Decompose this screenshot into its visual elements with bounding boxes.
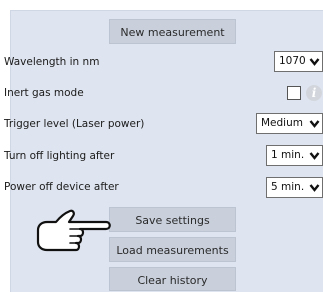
inert-gas-label: Inert gas mode <box>4 87 84 99</box>
load-measurements-button[interactable]: Load measurements <box>109 237 236 262</box>
new-measurement-button[interactable]: New measurement <box>109 19 236 44</box>
lighting-off-value: 1 min. <box>271 149 305 161</box>
trigger-level-label: Trigger level (Laser power) <box>4 118 145 130</box>
info-icon[interactable]: i <box>306 85 322 101</box>
lighting-off-select[interactable]: 1 min. <box>266 145 323 166</box>
wavelength-value: 1070 <box>279 55 306 67</box>
power-off-value: 5 min. <box>271 181 305 193</box>
trigger-level-value: Medium <box>261 117 303 129</box>
chevron-down-icon <box>309 184 320 192</box>
clear-history-button[interactable]: Clear history <box>109 267 236 291</box>
wavelength-select[interactable]: 1070 <box>274 51 323 72</box>
chevron-down-icon <box>309 120 320 128</box>
lighting-off-label: Turn off lighting after <box>4 150 115 162</box>
inert-gas-checkbox[interactable] <box>287 86 301 100</box>
save-settings-button[interactable]: Save settings <box>109 207 236 232</box>
power-off-select[interactable]: 5 min. <box>266 177 323 198</box>
wavelength-label: Wavelength in nm <box>4 56 100 68</box>
trigger-level-select[interactable]: Medium <box>256 113 323 134</box>
chevron-down-icon <box>309 58 320 66</box>
power-off-label: Power off device after <box>4 181 119 193</box>
chevron-down-icon <box>309 152 320 160</box>
pointing-hand-icon <box>36 209 111 252</box>
